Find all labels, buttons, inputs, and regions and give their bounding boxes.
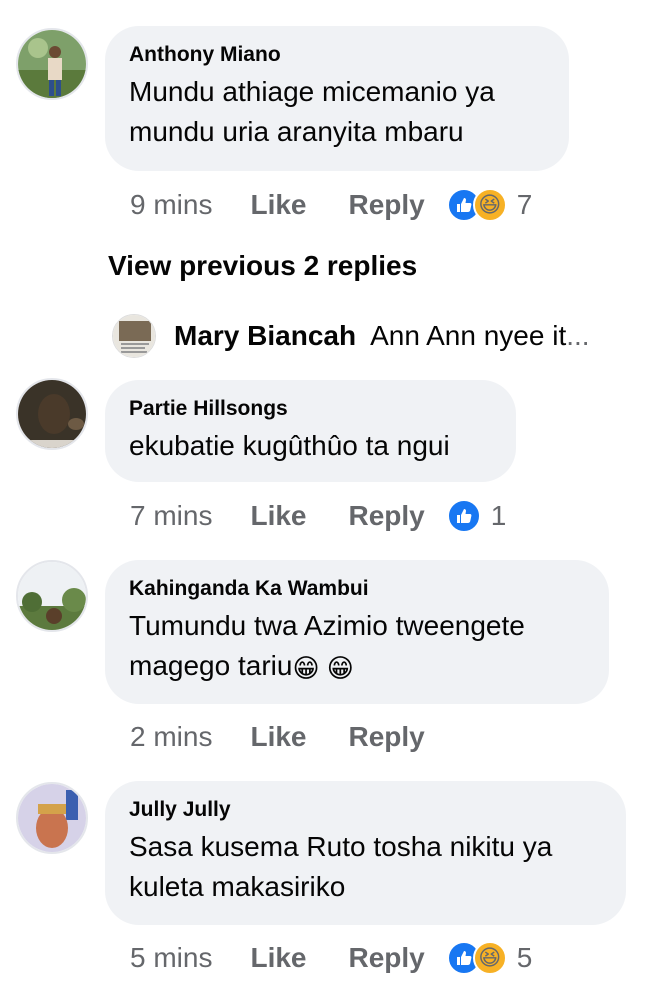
avatar-partie-hillsongs[interactable]: [16, 378, 88, 450]
comment-bubble: Jully Jully Sasa kusema Ruto tosha nikit…: [105, 781, 626, 925]
comment-bubble: Partie Hillsongs ekubatie kugûthûo ta ng…: [105, 380, 516, 482]
comment-author[interactable]: Partie Hillsongs: [129, 396, 492, 422]
comment-time[interactable]: 7 mins: [130, 500, 212, 532]
comment-bubble: Anthony Miano Mundu athiage micemanio ya…: [105, 26, 569, 171]
comment-text: Tumundu twa Azimio tweengete magego tari…: [129, 606, 585, 688]
reaction-count: 5: [516, 942, 533, 973]
haha-reaction-icon: 😆: [472, 188, 507, 222]
avatar-photo: [18, 30, 86, 98]
comment-actions: 7 mins Like Reply 1: [130, 496, 506, 536]
reply-ellipsis: ...: [566, 320, 590, 351]
avatar-photo: [18, 784, 86, 852]
comment-text: Sasa kusema Ruto tosha nikitu ya kuleta …: [129, 831, 553, 902]
haha-reaction-icon: 😆: [472, 941, 507, 975]
avatar-jully-jully[interactable]: [16, 782, 88, 854]
comment-actions: 5 mins Like Reply 😆 5: [130, 938, 532, 978]
comment-text: Mundu athiage micemanio ya mundu uria ar…: [129, 76, 495, 147]
comment-text: ekubatie kugûthûo ta ngui: [129, 430, 450, 461]
reaction-summary[interactable]: 1: [446, 499, 507, 533]
like-button[interactable]: Like: [250, 721, 306, 753]
view-previous-replies-link[interactable]: View previous 2 replies: [108, 250, 417, 282]
comment-actions: 2 mins Like Reply: [130, 717, 447, 757]
avatar-photo: [18, 380, 86, 448]
reaction-summary[interactable]: 😆 7: [446, 188, 533, 222]
reply-button[interactable]: Reply: [349, 189, 425, 221]
comment-author[interactable]: Jully Jully: [129, 797, 602, 823]
comment-bubble: Kahinganda Ka Wambui Tumundu twa Azimio …: [105, 560, 609, 704]
reply-button[interactable]: Reply: [349, 500, 425, 532]
reply-button[interactable]: Reply: [349, 721, 425, 753]
comment-time[interactable]: 9 mins: [130, 189, 212, 221]
reply-author[interactable]: Mary Biancah: [174, 320, 356, 352]
reply-text: Ann Ann nyee it: [370, 320, 567, 351]
comment-time[interactable]: 2 mins: [130, 721, 212, 753]
like-button[interactable]: Like: [250, 942, 306, 974]
grinning-emoji-icon: 😁 😁: [292, 653, 354, 683]
comment-author[interactable]: Kahinganda Ka Wambui: [129, 576, 585, 602]
avatar-photo: [18, 562, 86, 630]
comment-author[interactable]: Anthony Miano: [129, 42, 545, 68]
reaction-count: 7: [516, 189, 533, 220]
reaction-summary[interactable]: 😆 5: [446, 941, 533, 975]
avatar-anthony-miano[interactable]: [16, 28, 88, 100]
avatar-kahinganda-ka-wambui[interactable]: [16, 560, 88, 632]
reply-button[interactable]: Reply: [349, 942, 425, 974]
like-reaction-icon: [446, 499, 481, 533]
comment-actions: 9 mins Like Reply 😆 7: [130, 185, 532, 225]
comment-time[interactable]: 5 mins: [130, 942, 212, 974]
like-button[interactable]: Like: [250, 500, 306, 532]
like-button[interactable]: Like: [250, 189, 306, 221]
reply-preview[interactable]: Mary Biancah Ann Ann nyee it ...: [112, 312, 590, 360]
reaction-count: 1: [490, 500, 507, 531]
